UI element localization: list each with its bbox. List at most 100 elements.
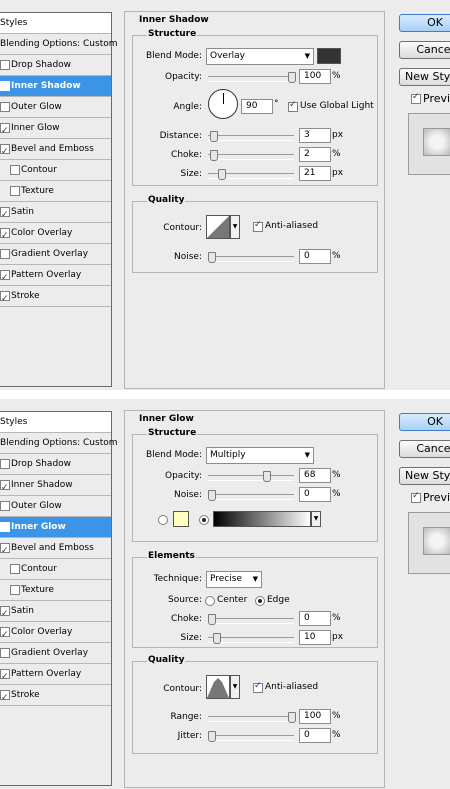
style-item-bevel-and-emboss[interactable]: Bevel and Emboss — [0, 538, 111, 561]
technique-dropdown[interactable]: Precise ▼ — [206, 571, 262, 588]
blending-options-item[interactable]: Blending Options: Custom — [0, 433, 118, 454]
style-item-checkbox[interactable] — [0, 226, 10, 246]
style-item-checkbox[interactable] — [0, 289, 10, 309]
choke-slider[interactable] — [208, 150, 294, 161]
range-input[interactable]: 100 — [299, 709, 331, 724]
style-item-drop-shadow[interactable]: Drop Shadow — [0, 454, 111, 475]
use-global-light-checkbox[interactable] — [288, 100, 298, 112]
distance-slider-thumb[interactable] — [210, 131, 218, 142]
style-item-drop-shadow[interactable]: Drop Shadow — [0, 55, 111, 76]
style-item-color-overlay[interactable]: Color Overlay — [0, 622, 111, 645]
style-item-checkbox[interactable] — [0, 102, 10, 112]
ok-button[interactable]: OK — [399, 14, 450, 32]
anti-aliased-checkbox[interactable] — [253, 681, 263, 693]
style-item-checkbox[interactable] — [0, 205, 10, 225]
style-item-checkbox[interactable] — [0, 604, 10, 624]
source-center-radio[interactable] — [205, 596, 215, 606]
choke-slider[interactable] — [208, 614, 294, 625]
shadow-color-swatch[interactable] — [317, 48, 341, 64]
style-item-checkbox[interactable] — [10, 564, 20, 574]
distance-slider[interactable] — [208, 131, 294, 142]
jitter-slider-thumb[interactable] — [208, 731, 216, 742]
style-item-contour[interactable]: Contour — [0, 160, 111, 181]
noise-input[interactable]: 0 — [299, 249, 331, 264]
style-item-checkbox[interactable] — [0, 249, 10, 259]
size-input[interactable]: 21 — [299, 166, 331, 181]
style-item-checkbox[interactable] — [0, 79, 10, 99]
style-item-bevel-and-emboss[interactable]: Bevel and Emboss — [0, 139, 111, 162]
style-item-inner-glow[interactable]: Inner Glow — [0, 118, 111, 141]
gradient-dropdown-button[interactable]: ▼ — [311, 511, 321, 527]
choke-slider-thumb[interactable] — [210, 150, 218, 161]
size-input[interactable]: 10 — [299, 630, 331, 645]
style-item-contour[interactable]: Contour — [0, 559, 111, 580]
new-style-button[interactable]: New Style... — [399, 68, 450, 86]
style-item-checkbox[interactable] — [0, 268, 10, 288]
style-item-texture[interactable]: Texture — [0, 580, 111, 601]
size-slider[interactable] — [208, 633, 294, 644]
size-slider-thumb[interactable] — [213, 633, 221, 644]
style-item-checkbox[interactable] — [0, 625, 10, 645]
noise-input[interactable]: 0 — [299, 487, 331, 502]
size-slider[interactable] — [208, 169, 294, 180]
style-item-outer-glow[interactable]: Outer Glow — [0, 97, 111, 118]
style-item-checkbox[interactable] — [0, 541, 10, 561]
contour-picker[interactable] — [206, 675, 230, 699]
glow-gradient-picker[interactable] — [213, 511, 311, 527]
style-item-pattern-overlay[interactable]: Pattern Overlay — [0, 265, 111, 288]
range-slider[interactable] — [208, 712, 296, 723]
source-edge-radio[interactable] — [255, 596, 265, 606]
contour-dropdown-button[interactable]: ▼ — [230, 215, 240, 239]
size-slider-thumb[interactable] — [218, 169, 226, 180]
noise-slider-thumb[interactable] — [208, 252, 216, 263]
distance-input[interactable]: 3 — [299, 128, 331, 143]
style-item-gradient-overlay[interactable]: Gradient Overlay — [0, 643, 111, 664]
opacity-input[interactable]: 68 — [299, 468, 331, 483]
style-item-checkbox[interactable] — [0, 667, 10, 687]
noise-slider[interactable] — [208, 490, 294, 501]
style-item-stroke[interactable]: Stroke — [0, 685, 111, 708]
cancel-button[interactable]: Cancel — [399, 440, 450, 458]
cancel-button[interactable]: Cancel — [399, 41, 450, 59]
style-item-gradient-overlay[interactable]: Gradient Overlay — [0, 244, 111, 265]
style-item-checkbox[interactable] — [0, 60, 10, 70]
preview-checkbox[interactable] — [411, 92, 421, 104]
anti-aliased-checkbox[interactable] — [253, 220, 263, 232]
style-item-satin[interactable]: Satin — [0, 601, 111, 624]
style-item-satin[interactable]: Satin — [0, 202, 111, 225]
style-item-checkbox[interactable] — [0, 520, 10, 540]
new-style-button[interactable]: New Style... — [399, 467, 450, 485]
styles-header[interactable]: Styles — [0, 13, 111, 34]
opacity-slider-thumb[interactable] — [288, 72, 296, 83]
blend-mode-dropdown[interactable]: Multiply ▼ — [206, 447, 314, 464]
style-item-checkbox[interactable] — [0, 648, 10, 658]
opacity-input[interactable]: 100 — [299, 69, 331, 84]
style-item-checkbox[interactable] — [0, 478, 10, 498]
style-item-checkbox[interactable] — [10, 165, 20, 175]
style-item-checkbox[interactable] — [0, 501, 10, 511]
style-item-inner-glow[interactable]: Inner Glow — [0, 517, 111, 540]
styles-header[interactable]: Styles — [0, 412, 111, 433]
choke-slider-thumb[interactable] — [208, 614, 216, 625]
style-item-checkbox[interactable] — [0, 688, 10, 708]
style-item-texture[interactable]: Texture — [0, 181, 111, 202]
style-item-checkbox[interactable] — [0, 121, 10, 141]
style-item-outer-glow[interactable]: Outer Glow — [0, 496, 111, 517]
contour-dropdown-button[interactable]: ▼ — [230, 675, 240, 699]
style-item-checkbox[interactable] — [0, 459, 10, 469]
style-item-checkbox[interactable] — [10, 186, 20, 196]
style-item-checkbox[interactable] — [10, 585, 20, 595]
range-slider-thumb[interactable] — [288, 712, 296, 723]
ok-button[interactable]: OK — [399, 413, 450, 431]
style-item-stroke[interactable]: Stroke — [0, 286, 111, 309]
style-item-checkbox[interactable] — [0, 142, 10, 162]
jitter-input[interactable]: 0 — [299, 728, 331, 743]
solid-color-radio[interactable] — [158, 515, 168, 525]
style-item-inner-shadow[interactable]: Inner Shadow — [0, 475, 111, 498]
opacity-slider-thumb[interactable] — [263, 471, 271, 482]
jitter-slider[interactable] — [208, 731, 294, 742]
opacity-slider[interactable] — [208, 471, 294, 482]
angle-dial[interactable] — [208, 89, 238, 119]
preview-checkbox[interactable] — [411, 491, 421, 503]
noise-slider-thumb[interactable] — [208, 490, 216, 501]
